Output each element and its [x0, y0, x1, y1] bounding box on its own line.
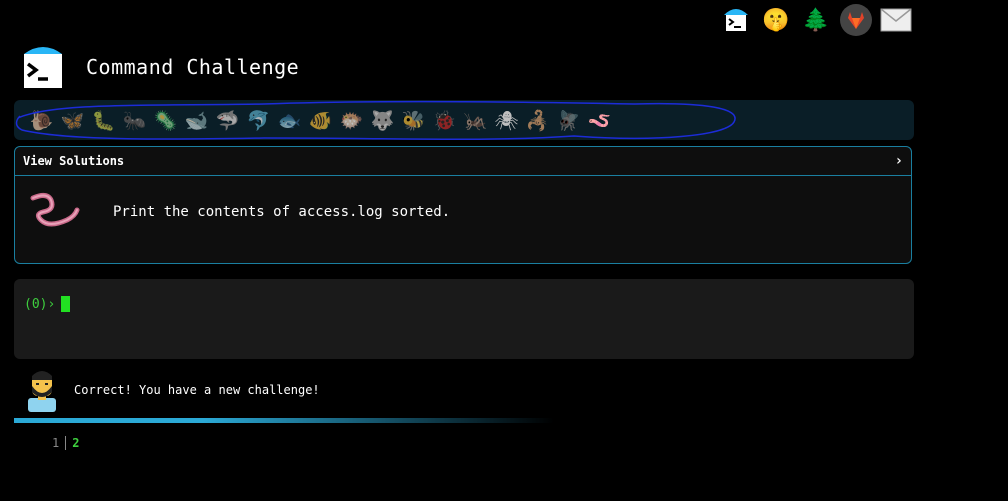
top-icon-bar: 🤫 🌲: [720, 4, 912, 36]
prompt-text: (0)›: [24, 296, 56, 312]
animal-icon[interactable]: 🐬: [243, 106, 274, 136]
animal-icon[interactable]: 🐜: [119, 106, 150, 136]
page-title: Command Challenge: [86, 55, 300, 79]
app-logo-icon[interactable]: [20, 44, 66, 90]
mail-icon[interactable]: [880, 4, 912, 36]
terminal-input[interactable]: (0)›: [14, 279, 914, 359]
animal-icon[interactable]: 🐟: [274, 106, 305, 136]
challenge-panel: View Solutions › Print the contents of a…: [14, 146, 912, 264]
pagination: 1 2: [52, 436, 79, 450]
progress-line: [14, 418, 554, 423]
animal-icon[interactable]: 🐌: [26, 106, 57, 136]
challenge-text: Print the contents of access.log sorted.: [113, 204, 451, 220]
animal-icon[interactable]: 🐠: [305, 106, 336, 136]
animal-icon[interactable]: 🦠: [150, 106, 181, 136]
challenge-body: Print the contents of access.log sorted.: [15, 176, 911, 248]
animal-icon[interactable]: 🦗: [460, 106, 491, 136]
message-text: Correct! You have a new challenge!: [74, 383, 320, 397]
animal-icon[interactable]: 🐛: [88, 106, 119, 136]
chevron-right-icon[interactable]: ›: [895, 153, 903, 169]
tree-icon[interactable]: 🌲: [800, 4, 832, 36]
animal-icon[interactable]: 🕷: [491, 106, 522, 136]
animal-icon[interactable]: 🐞: [429, 106, 460, 136]
animal-list: 🐌 🦋 🐛 🐜 🦠 🐋 🦈 🐬 🐟 🐠 🐡 🐺 🐝 🐞 🦗 🕷 🦂 🪰 🪱: [26, 106, 615, 136]
terminal-prompt: (0)›: [24, 296, 71, 312]
tree-glyph: 🌲: [802, 7, 830, 33]
page-link-1[interactable]: 1: [52, 436, 59, 450]
gitlab-icon[interactable]: [840, 4, 872, 36]
header: Command Challenge: [20, 44, 299, 90]
terminal-logo-icon[interactable]: [720, 4, 752, 36]
feedback-message: Correct! You have a new challenge!: [24, 368, 320, 412]
animal-icon[interactable]: 🦈: [212, 106, 243, 136]
shushing-face-glyph: 🤫: [762, 7, 790, 33]
terminal-cursor: [61, 296, 71, 312]
animal-icon[interactable]: 🪱: [584, 106, 615, 136]
challenge-progress-bar: 🐌 🦋 🐛 🐜 🦠 🐋 🦈 🐬 🐟 🐠 🐡 🐺 🐝 🐞 🦗 🕷 🦂 🪰 🪱: [14, 100, 914, 141]
animal-icon[interactable]: 🦂: [522, 106, 553, 136]
animal-icon[interactable]: 🪰: [553, 106, 584, 136]
animal-icon[interactable]: 🐝: [398, 106, 429, 136]
page-link-2[interactable]: 2: [72, 436, 79, 450]
animal-icon[interactable]: 🐺: [367, 106, 398, 136]
animal-icon[interactable]: 🦋: [57, 106, 88, 136]
animal-icon[interactable]: 🐡: [336, 106, 367, 136]
view-solutions-label: View Solutions: [23, 154, 125, 168]
animal-icon[interactable]: 🐋: [181, 106, 212, 136]
shushing-face-icon[interactable]: 🤫: [760, 4, 792, 36]
avatar: [28, 371, 56, 412]
worm-icon: [30, 192, 80, 227]
page-separator: [65, 436, 67, 450]
view-solutions-toggle[interactable]: View Solutions ›: [15, 147, 911, 176]
